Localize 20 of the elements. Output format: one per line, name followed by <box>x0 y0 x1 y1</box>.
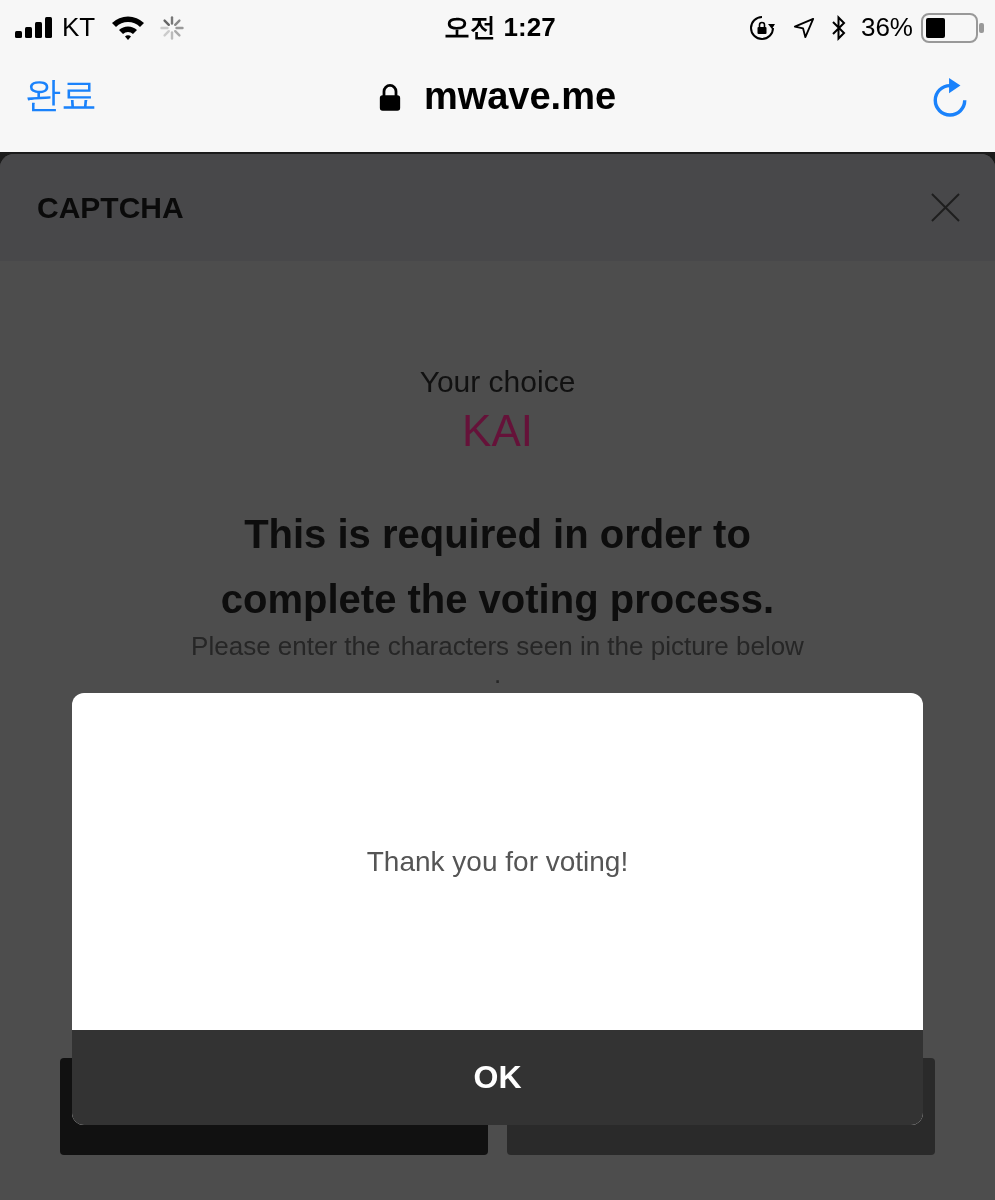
clock-text: 오전 1:27 <box>444 11 556 44</box>
close-icon[interactable] <box>931 193 960 222</box>
bluetooth-icon <box>830 14 847 41</box>
reload-icon[interactable] <box>931 75 969 118</box>
battery-percent-text: 36% <box>860 12 913 43</box>
battery-icon <box>921 12 985 43</box>
alert-message: Thank you for voting! <box>366 845 629 878</box>
wifi-icon <box>111 15 146 40</box>
lock-icon <box>377 82 402 111</box>
choice-name: KAI <box>462 406 533 456</box>
ok-button[interactable]: OK <box>72 1030 923 1125</box>
modal-title: CAPTCHA <box>37 190 184 225</box>
location-arrow-icon <box>792 16 815 39</box>
spinner-icon <box>160 15 185 40</box>
choice-label: Your choice <box>419 364 576 400</box>
signal-icon <box>15 17 53 38</box>
url-text[interactable]: mwave.me <box>423 75 617 118</box>
heading-text: This is required in order to complete the voting process. <box>219 511 776 623</box>
rotation-lock-icon <box>748 14 775 41</box>
carrier-text: KT <box>62 12 96 43</box>
